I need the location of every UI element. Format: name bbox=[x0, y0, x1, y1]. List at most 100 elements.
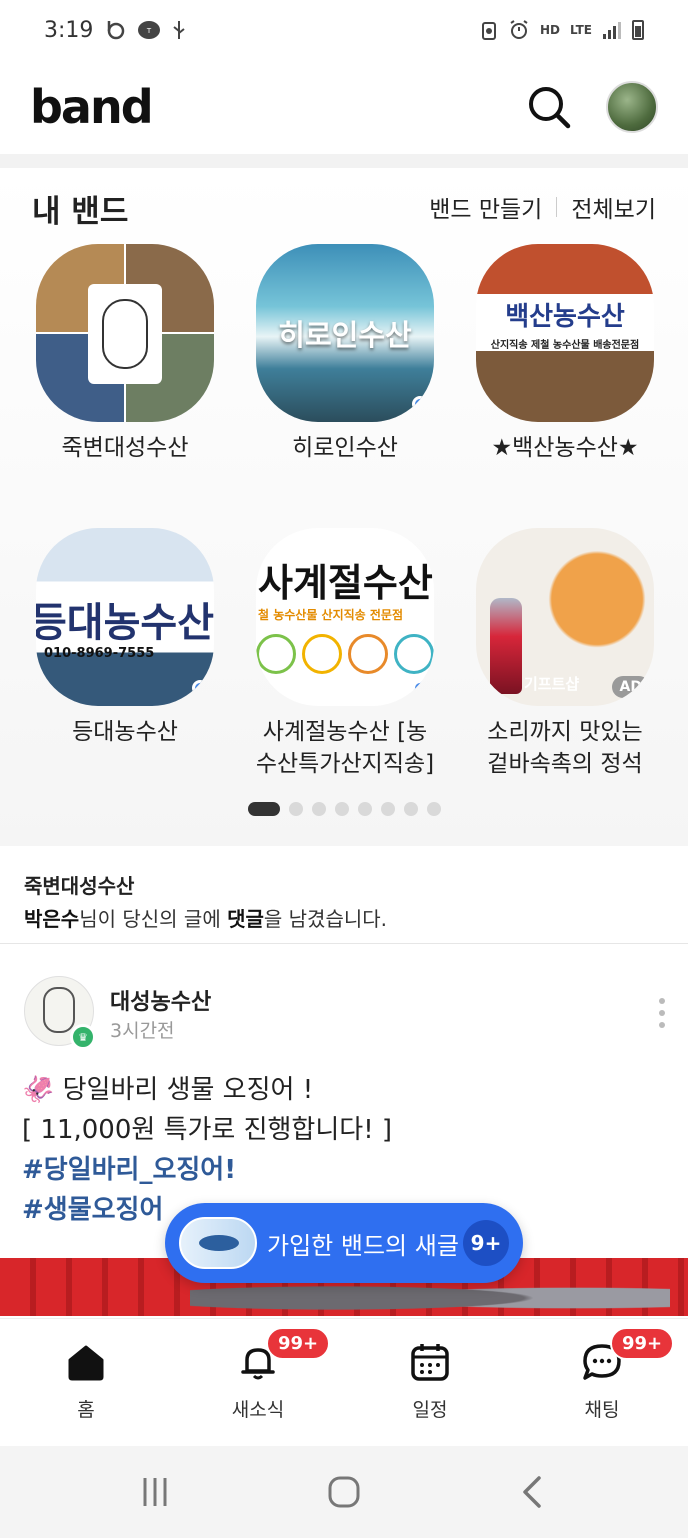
lte-icon: LTE bbox=[569, 23, 592, 37]
more-options-icon[interactable] bbox=[656, 998, 668, 1028]
nav-schedule[interactable]: 일정 bbox=[344, 1319, 516, 1446]
band-item[interactable]: 등대농수산 010-8969-7555 등대농수산 bbox=[30, 528, 220, 748]
post-line: 🦑 당일바리 생물 오징어 ! bbox=[22, 1075, 314, 1105]
band-cover: 백산농수산 산지직송 제철 농수산물 배송전문점 bbox=[476, 244, 654, 422]
band-cover-pattern bbox=[256, 634, 434, 674]
create-band-link[interactable]: 밴드 만들기 bbox=[429, 190, 542, 224]
recent-apps-icon[interactable] bbox=[135, 1472, 175, 1512]
band-cover-subtext: 산지직송 제철 농수산물 배송전문점 bbox=[490, 340, 640, 351]
post-author[interactable]: 대성농수산 bbox=[110, 984, 211, 1016]
pager-dot bbox=[357, 802, 372, 816]
band-item[interactable]: 백산농수산 산지직송 제철 농수산물 배송전문점 ★백산농수산★ bbox=[470, 244, 660, 464]
pager-dot bbox=[426, 802, 441, 816]
hashtag[interactable]: #당일바리_오징어! bbox=[22, 1150, 392, 1190]
band-name-line: 사계절농수산 [농 bbox=[262, 719, 428, 745]
pager-dot bbox=[334, 802, 349, 816]
bottom-nav: 홈 99+ 새소식 일정 99+ 채팅 bbox=[0, 1318, 688, 1446]
band-cover-subtext: 철 농수산물 산지직송 전문점 bbox=[258, 608, 404, 622]
nav-label: 일정 bbox=[412, 1399, 448, 1421]
band-cover: 히로인수산 bbox=[256, 244, 434, 422]
my-bands-links: 밴드 만들기 전체보기 bbox=[429, 190, 656, 224]
nav-home[interactable]: 홈 bbox=[0, 1319, 172, 1446]
tmap-icon: T bbox=[137, 19, 161, 41]
new-posts-label: 가입한 밴드의 새글 bbox=[267, 1231, 459, 1260]
ad-title-line: 소리까지 맛있는 bbox=[487, 719, 643, 745]
home-icon bbox=[65, 1341, 107, 1383]
band-item[interactable]: 죽변대성수산 bbox=[30, 244, 220, 464]
band-cover: 사계절수산 철 농수산물 산지직송 전문점 bbox=[256, 528, 434, 706]
band-cover-text: 등대농수산 bbox=[36, 600, 214, 646]
new-posts-button[interactable]: 가입한 밴드의 새글 9+ bbox=[165, 1203, 523, 1283]
new-post-dot bbox=[192, 680, 208, 696]
nav-label: 새소식 bbox=[231, 1399, 285, 1421]
back-icon[interactable] bbox=[513, 1472, 553, 1512]
ad-title-line: 겉바속촉의 정석 bbox=[487, 751, 643, 777]
calendar-icon bbox=[409, 1341, 451, 1383]
svg-text:T: T bbox=[146, 27, 152, 35]
band-name: ★백산농수산★ bbox=[491, 435, 639, 461]
data-saver-icon bbox=[480, 19, 498, 41]
profile-avatar[interactable] bbox=[606, 81, 658, 133]
view-all-link[interactable]: 전체보기 bbox=[571, 190, 656, 224]
notification-text-end: 을 남겼습니다. bbox=[263, 907, 388, 931]
band-item[interactable]: 사계절수산 철 농수산물 산지직송 전문점 사계절농수산 [농 수산특가산지직송… bbox=[250, 528, 440, 780]
band-cover-subtext: 010-8969-7555 bbox=[44, 646, 155, 661]
ad-badge: AD bbox=[611, 676, 650, 698]
notification-badge: 99+ bbox=[266, 1327, 331, 1360]
hd-voice-icon: HD bbox=[539, 23, 560, 37]
status-bar: 3:19 T HD LTE bbox=[0, 0, 688, 60]
status-left-icons: T bbox=[105, 19, 187, 41]
signal-icon bbox=[602, 20, 622, 40]
pager-dot bbox=[288, 802, 303, 816]
app-header: band bbox=[0, 60, 688, 154]
notification-text: 님이 당신의 글에 bbox=[79, 907, 228, 931]
band-logo[interactable]: band bbox=[30, 80, 154, 134]
my-bands-section: 내 밴드 밴드 만들기 전체보기 죽변대성수산 히로인수산 히로인수산 백산농수… bbox=[0, 168, 688, 846]
new-post-dot bbox=[412, 396, 428, 412]
pager-dot bbox=[380, 802, 395, 816]
alarm-icon bbox=[508, 19, 530, 41]
nav-news[interactable]: 99+ 새소식 bbox=[172, 1319, 344, 1446]
band-name: 등대농수산 bbox=[72, 719, 178, 745]
new-post-dot bbox=[412, 680, 428, 696]
pager-dot bbox=[311, 802, 326, 816]
post-time: 3시간전 bbox=[110, 1020, 175, 1042]
battery-icon bbox=[632, 20, 644, 40]
header-actions bbox=[526, 81, 658, 133]
band-logo-image bbox=[88, 284, 162, 384]
soda-bottle-image bbox=[490, 598, 522, 694]
new-posts-count: 9+ bbox=[463, 1220, 509, 1266]
my-bands-title: 내 밴드 bbox=[32, 194, 129, 230]
chat-badge: 99+ bbox=[610, 1327, 675, 1360]
ad-cover-text: 기프트샵 bbox=[524, 675, 580, 693]
band-thumbnail bbox=[179, 1217, 257, 1269]
system-navigation-bar bbox=[0, 1446, 688, 1538]
band-name: 죽변대성수산 bbox=[61, 435, 189, 461]
band-cover: 등대농수산 010-8969-7555 bbox=[36, 528, 214, 706]
band-cover-text: 히로인수산 bbox=[278, 318, 412, 352]
ad-item[interactable]: 기프트샵 AD 소리까지 맛있는 겉바속촉의 정석 bbox=[470, 528, 660, 780]
ad-cover: 기프트샵 AD bbox=[476, 528, 654, 706]
notification-band-name: 죽변대성수산 bbox=[24, 874, 135, 898]
pager-dot-active bbox=[247, 802, 280, 816]
crown-icon: ♛ bbox=[70, 1024, 96, 1050]
nav-label: 채팅 bbox=[584, 1399, 620, 1421]
notification-user: 박은수 bbox=[24, 907, 80, 931]
nav-chat[interactable]: 99+ 채팅 bbox=[516, 1319, 688, 1446]
usb-icon bbox=[171, 19, 187, 41]
notification-keyword: 댓글 bbox=[227, 907, 264, 931]
band-pager[interactable] bbox=[0, 802, 688, 816]
link-separator bbox=[556, 197, 558, 217]
band-cover-text: 백산농수산 bbox=[505, 302, 625, 332]
band-cover bbox=[36, 244, 214, 422]
band-item[interactable]: 히로인수산 히로인수산 bbox=[250, 244, 440, 464]
pager-dot bbox=[403, 802, 418, 816]
status-time: 3:19 bbox=[44, 17, 94, 43]
status-right-icons: HD LTE bbox=[480, 19, 644, 41]
comment-notification[interactable]: 죽변대성수산 박은수님이 당신의 글에 댓글을 남겼습니다. bbox=[0, 848, 688, 944]
home-button-icon[interactable] bbox=[324, 1472, 364, 1512]
ad-title: 소리까지 맛있는 겉바속촉의 정석 bbox=[470, 716, 660, 780]
notification-body: 박은수님이 당신의 글에 댓글을 남겼습니다. bbox=[24, 903, 664, 932]
band-name-line: 수산특가산지직송] bbox=[255, 751, 435, 777]
search-icon[interactable] bbox=[526, 84, 572, 130]
